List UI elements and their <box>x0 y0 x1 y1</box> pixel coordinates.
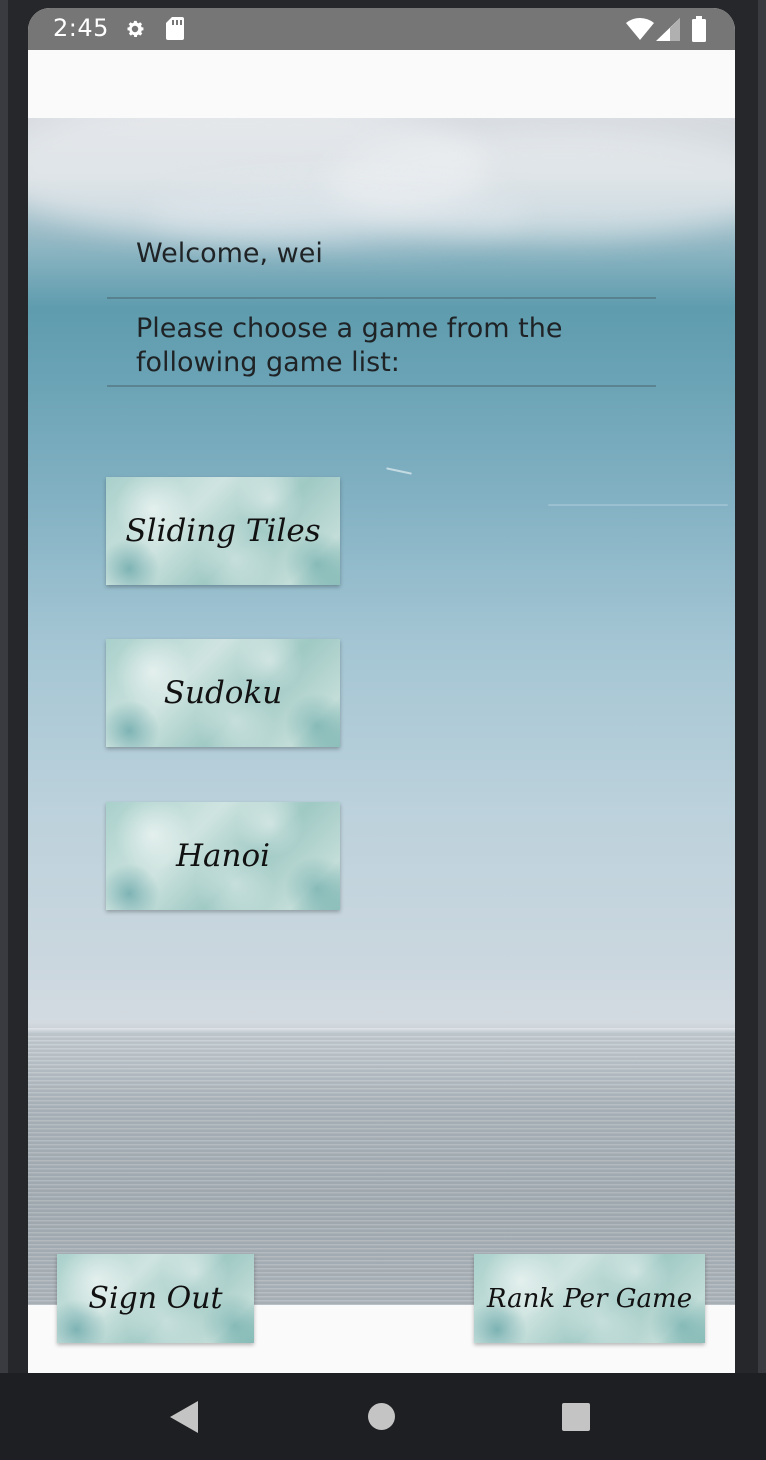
device-frame: 2:45 Welcome, wei Please choose a game f… <box>0 0 766 1460</box>
sliding-tiles-button[interactable]: Sliding Tiles <box>106 477 340 585</box>
signal-icon <box>656 18 680 41</box>
hanoi-label: Hanoi <box>175 838 271 874</box>
sliding-tiles-label: Sliding Tiles <box>125 513 321 549</box>
choose-game-prompt: Please choose a game from the following … <box>136 313 563 378</box>
wifi-icon <box>626 17 654 40</box>
recents-icon[interactable] <box>562 1403 590 1431</box>
rank-per-game-label: Rank Per Game <box>486 1283 693 1314</box>
home-icon[interactable] <box>367 1402 396 1431</box>
rank-per-game-button[interactable]: Rank Per Game <box>474 1254 705 1343</box>
horizon-line <box>28 1028 735 1034</box>
gear-icon <box>127 20 144 37</box>
sky-streak <box>386 467 412 475</box>
sign-out-button[interactable]: Sign Out <box>57 1254 254 1343</box>
sky-streak <box>548 504 728 506</box>
status-bar: 2:45 <box>28 8 735 50</box>
battery-icon <box>692 16 706 42</box>
app-bar <box>28 50 735 118</box>
welcome-divider <box>107 297 656 299</box>
prompt-divider <box>107 385 656 387</box>
device-edge-left <box>0 0 8 1460</box>
status-time: 2:45 <box>53 14 109 42</box>
hanoi-button[interactable]: Hanoi <box>106 802 340 910</box>
sudoku-button[interactable]: Sudoku <box>106 639 340 747</box>
phone-screen: 2:45 Welcome, wei Please choose a game f… <box>28 8 735 1373</box>
game-center-content: Welcome, wei Please choose a game from t… <box>28 118 735 1305</box>
sign-out-label: Sign Out <box>88 1281 223 1316</box>
sudoku-label: Sudoku <box>163 675 283 711</box>
navigation-bar <box>0 1373 766 1460</box>
sd-card-icon <box>166 17 184 40</box>
back-icon[interactable] <box>170 1401 198 1433</box>
welcome-text: Welcome, wei <box>136 238 323 269</box>
device-edge-right <box>758 0 766 1460</box>
